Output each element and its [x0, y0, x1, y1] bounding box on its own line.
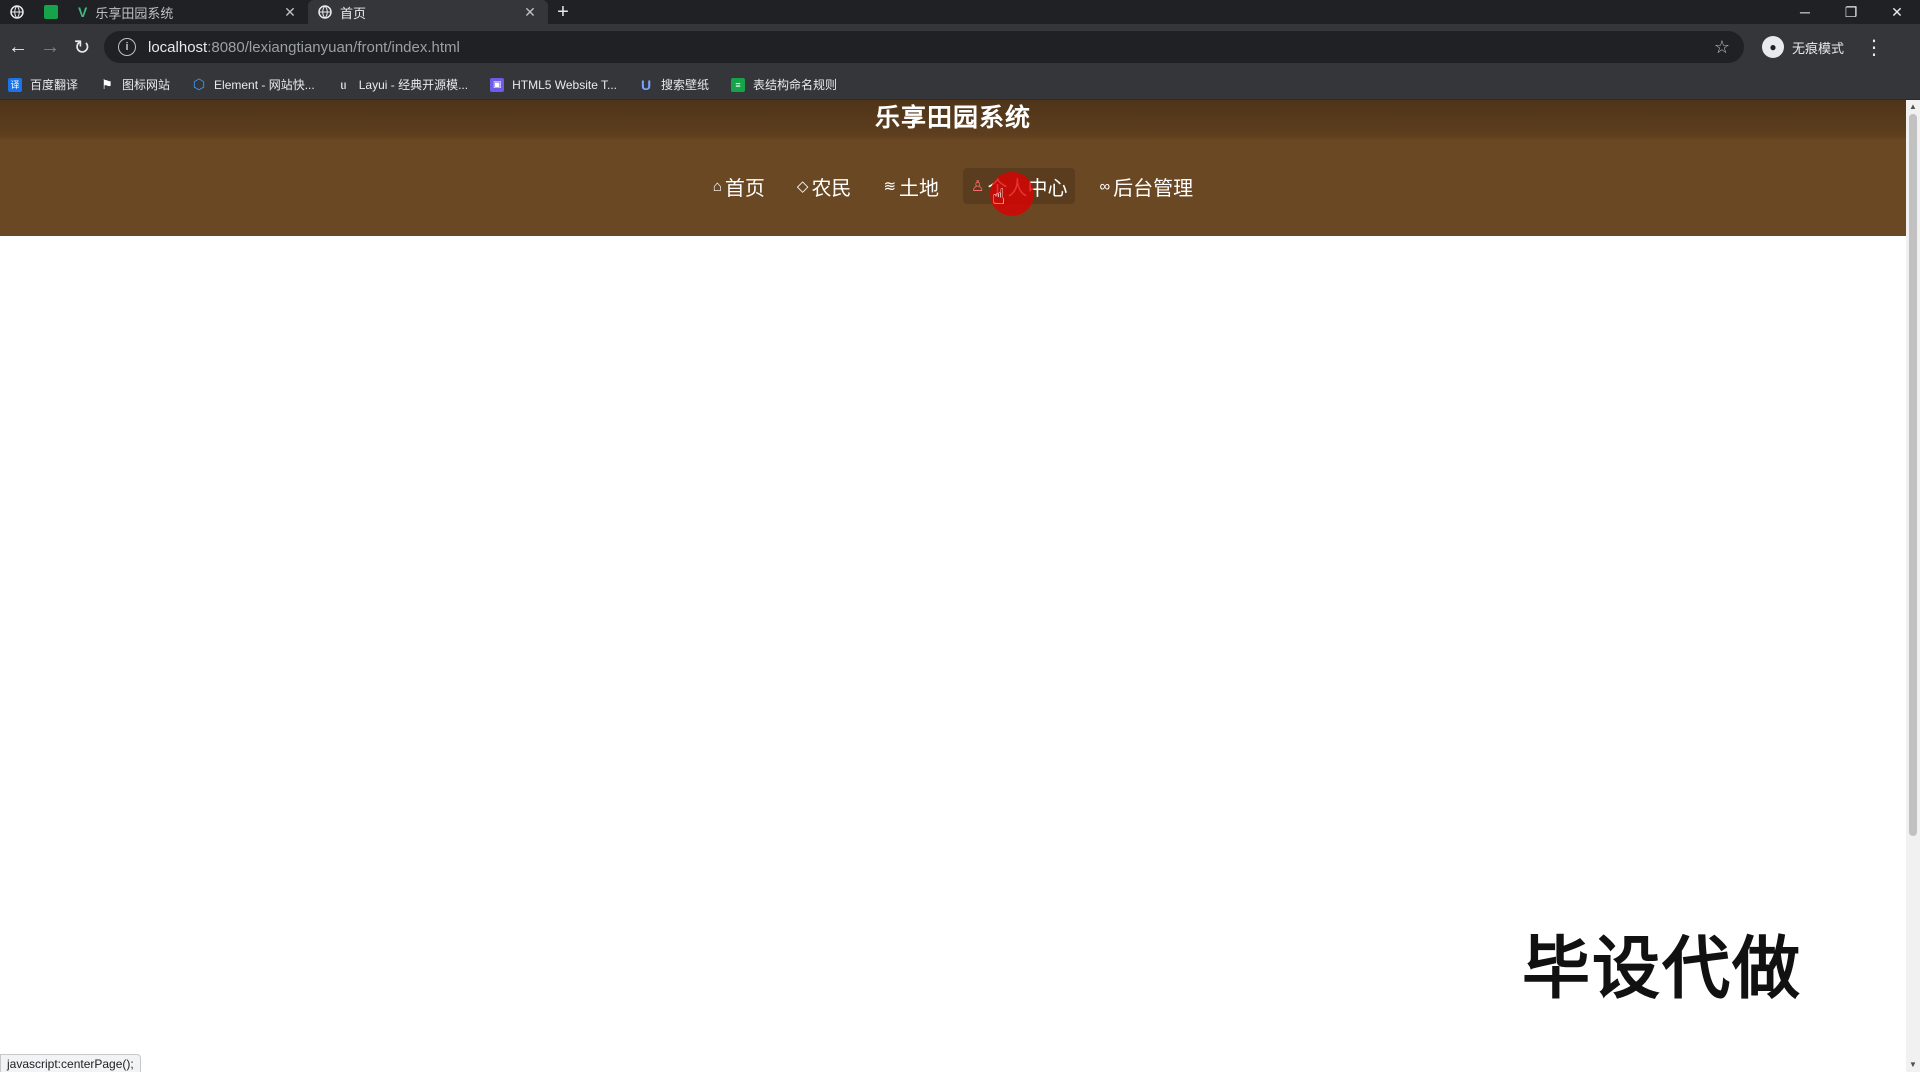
site-title: 乐享田园系统 [874, 104, 1031, 132]
bookmark-wallpaper[interactable]: U 搜索壁纸 [639, 76, 709, 93]
layers-icon: ≋ [883, 178, 897, 195]
nav-land[interactable]: ≋ 土地 [875, 168, 947, 204]
nav-label: 首页 [724, 177, 765, 200]
sheet-icon: ≡ [731, 77, 746, 92]
close-icon[interactable]: ✕ [522, 4, 538, 21]
globe-icon [10, 5, 24, 19]
info-icon[interactable]: i [118, 38, 136, 56]
nav-home[interactable]: ⌂ 首页 [705, 168, 773, 204]
bookmark-naming-rules[interactable]: ≡ 表结构命名规则 [731, 76, 837, 93]
tab-lexiang[interactable]: V 乐享田园系统 ✕ [68, 0, 308, 24]
wallpaper-icon: U [640, 76, 652, 93]
new-tab-button[interactable]: + [548, 0, 578, 24]
nav-label: 后台管理 [1113, 177, 1194, 200]
scroll-up-icon[interactable]: ▲ [1906, 100, 1920, 114]
more-menu-icon[interactable]: ⋮ [1864, 35, 1884, 60]
translate-icon: 译 [8, 77, 22, 92]
user-icon: ♙ [971, 178, 985, 195]
site-header: 乐享田园系统 ⌂ 首页 ◇ 农民 ≋ 土地 ♙ 个人中心 ∞ 后台管理 [0, 100, 1906, 236]
bookmark-label: 图标网站 [122, 78, 171, 92]
window-controls: ─ ❐ ✕ [1782, 0, 1920, 24]
layui-icon: ɩı [340, 77, 347, 92]
reload-icon: ↻ [73, 36, 91, 59]
back-button[interactable]: ← [2, 31, 34, 63]
pinned-tab-globe[interactable] [0, 0, 34, 24]
tab-title: 乐享田园系统 [95, 5, 174, 21]
watermark-text: 毕设代做 [1521, 931, 1802, 1007]
bookmarks-bar: 译 百度翻译 ⚑ 图标网站 ⬡ Element - 网站快... ɩı Layu… [0, 70, 1920, 100]
main-nav: ⌂ 首页 ◇ 农民 ≋ 土地 ♙ 个人中心 ∞ 后台管理 [0, 136, 1906, 236]
home-icon: ⌂ [712, 177, 722, 195]
nav-label: 土地 [899, 177, 940, 200]
vue-icon: V [78, 4, 88, 20]
bookmark-label: 百度翻译 [30, 78, 79, 92]
arrow-left-icon: ← [8, 35, 28, 58]
nav-farmer[interactable]: ◇ 农民 [789, 168, 860, 204]
arrow-right-icon: → [40, 35, 60, 58]
scroll-thumb[interactable] [1909, 114, 1917, 836]
scroll-down-icon[interactable]: ▼ [1906, 1058, 1920, 1072]
html5-icon: ▣ [490, 77, 505, 92]
incognito-icon: ● [1762, 36, 1784, 58]
bookmark-label: Element - 网站快... [214, 78, 315, 92]
bookmark-baidu-translate[interactable]: 译 百度翻译 [8, 76, 78, 93]
nav-label: 农民 [811, 177, 852, 200]
bookmark-layui[interactable]: ɩı Layui - 经典开源模... [337, 76, 468, 93]
status-bar: javascript:centerPage(); [0, 1054, 141, 1072]
bookmark-label: 表结构命名规则 [753, 78, 838, 92]
profile-label: 无痕模式 [1792, 40, 1845, 56]
bookmark-element[interactable]: ⬡ Element - 网站快... [192, 76, 315, 93]
web-page: 乐享田园系统 ⌂ 首页 ◇ 农民 ≋ 土地 ♙ 个人中心 ∞ 后台管理 [0, 100, 1906, 1072]
bookmark-star-icon[interactable]: ☆ [1714, 37, 1730, 58]
close-window-icon[interactable]: ✕ [1874, 0, 1920, 24]
element-icon: ⬡ [192, 76, 206, 92]
tab-title: 首页 [340, 5, 367, 21]
forward-button[interactable]: → [34, 31, 66, 63]
hand-cursor-icon: ☝ [992, 184, 1006, 209]
flag-icon: ⚑ [101, 76, 113, 92]
browser-tabstrip: V 乐享田园系统 ✕ 首页 ✕ + ─ ❐ ✕ [0, 0, 1920, 24]
pinned-tab-app[interactable] [34, 0, 68, 24]
browser-toolbar: ← → ↻ i localhost:8080/lexiangtianyuan/f… [0, 24, 1920, 70]
link-icon: ∞ [1099, 177, 1111, 195]
globe-icon [318, 5, 332, 19]
bookmark-icon-site[interactable]: ⚑ 图标网站 [100, 76, 170, 93]
restore-icon[interactable]: ❐ [1828, 0, 1874, 24]
minimize-icon[interactable]: ─ [1782, 0, 1828, 24]
tab-home[interactable]: 首页 ✕ [308, 0, 548, 24]
bookmark-html5[interactable]: ▣ HTML5 Website T... [490, 77, 618, 92]
close-icon[interactable]: ✕ [282, 4, 298, 21]
nav-admin[interactable]: ∞ 后台管理 [1091, 168, 1201, 204]
url-path: :8080/lexiangtianyuan/front/index.html [207, 38, 460, 56]
bookmark-label: 搜索壁纸 [661, 78, 710, 92]
address-bar[interactable]: i localhost:8080/lexiangtianyuan/front/i… [104, 31, 1744, 63]
reload-button[interactable]: ↻ [66, 31, 98, 63]
tag-icon: ◇ [796, 178, 809, 195]
app-icon [44, 5, 58, 19]
incognito-profile[interactable]: ● 无痕模式 [1762, 36, 1844, 58]
url-host: localhost [148, 38, 208, 56]
page-scrollbar[interactable]: ▲ ▼ [1906, 100, 1920, 1072]
bookmark-label: HTML5 Website T... [512, 77, 618, 92]
bookmark-label: Layui - 经典开源模... [358, 78, 469, 92]
